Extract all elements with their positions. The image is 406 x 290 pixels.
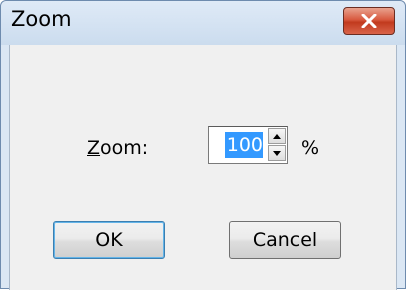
spin-buttons (268, 128, 286, 162)
zoom-label: Zoom: (87, 137, 148, 159)
spin-down-button[interactable] (268, 145, 286, 161)
zoom-spinbox[interactable]: 100 (208, 126, 288, 164)
spin-up-arrow-icon (273, 133, 281, 139)
zoom-label-rest: oom: (100, 137, 149, 159)
title-bar[interactable]: Zoom (1, 1, 405, 45)
zoom-label-mnemonic: Z (87, 137, 101, 159)
spin-up-button[interactable] (268, 128, 286, 144)
close-button[interactable] (343, 7, 395, 35)
cancel-button[interactable]: Cancel (229, 221, 341, 259)
zoom-dialog: Zoom Zoom: 100 % OK Cancel (0, 0, 406, 290)
window-title: Zoom (11, 7, 72, 31)
percent-unit-label: % (301, 137, 320, 159)
ok-button[interactable]: OK (53, 221, 165, 259)
zoom-value-selection[interactable]: 100 (224, 132, 263, 158)
spin-down-arrow-icon (273, 150, 281, 156)
close-icon (361, 14, 377, 28)
